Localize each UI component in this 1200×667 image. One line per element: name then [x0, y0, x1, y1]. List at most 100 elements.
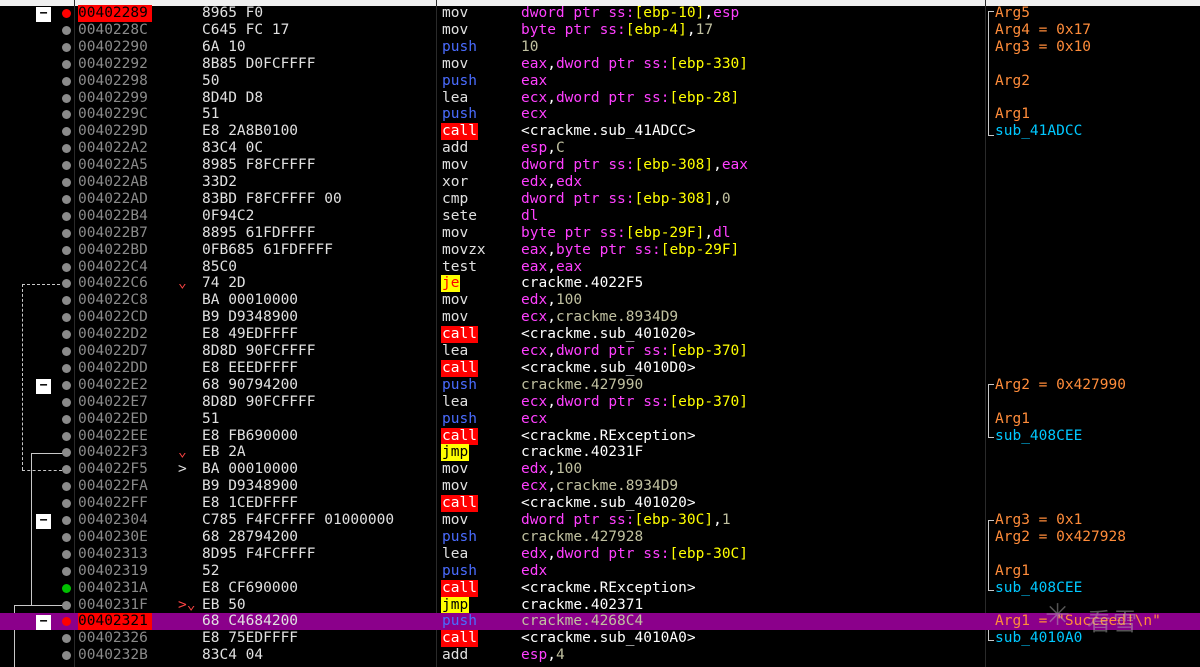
- breakpoint-dot-icon[interactable]: [62, 414, 71, 424]
- breakpoint-dot-icon[interactable]: [62, 465, 71, 475]
- breakpoint-dot-icon[interactable]: [62, 144, 71, 154]
- breakpoint-dot-icon[interactable]: [62, 448, 71, 458]
- operand-part: dword ptr: [555, 545, 644, 562]
- operand-part: ecx: [521, 410, 548, 427]
- table-row[interactable]: 004022AD 83BD F8FCFFFF 00 cmp dword ptr ss:…: [0, 191, 1200, 208]
- table-row[interactable]: 004022ED 51 push ecx Arg1: [0, 411, 1200, 428]
- table-row[interactable]: − 00402289 8965 F0 mov dword ptr ss:[ebp-10]…: [0, 5, 1200, 22]
- breakpoint-dot-icon[interactable]: [62, 397, 71, 407]
- table-row[interactable]: 004022C8 BA 00010000 mov edx,100: [0, 292, 1200, 309]
- operands: ecx,crackme.8934D9: [521, 478, 678, 495]
- breakpoint-dot-icon[interactable]: [62, 245, 71, 255]
- breakpoint-dot-icon[interactable]: [62, 9, 71, 18]
- table-row[interactable]: 00402319 52 push edx Arg1: [0, 563, 1200, 580]
- instruction-bytes: BA 00010000: [202, 292, 299, 309]
- breakpoint-dot-icon[interactable]: [62, 161, 71, 171]
- breakpoint-dot-icon[interactable]: [62, 532, 71, 542]
- table-row[interactable]: − 004022E2 68 90794200 push crackme.427990 Ar…: [0, 377, 1200, 394]
- breakpoint-dot-icon[interactable]: [62, 59, 71, 69]
- breakpoint-dot-icon[interactable]: [62, 279, 71, 289]
- table-row[interactable]: 00402313 8D95 F4FCFFFF lea edx,dword ptr ss…: [0, 546, 1200, 563]
- mnemonic: mov: [442, 224, 469, 241]
- breakpoint-dot-icon[interactable]: [62, 600, 71, 610]
- breakpoint-dot-icon[interactable]: [62, 617, 71, 627]
- breakpoint-dot-icon[interactable]: [62, 76, 71, 86]
- instruction-bytes: E8 2A8B0100: [202, 123, 299, 140]
- breakpoint-dot-icon[interactable]: [62, 549, 71, 559]
- mnemonic: push: [442, 528, 477, 545]
- table-row[interactable]: 004022F5 > BA 00010000 mov edx,100: [0, 461, 1200, 478]
- table-row[interactable]: 004022DD E8 EEEDFFFF call <crackme.sub_4010…: [0, 359, 1200, 377]
- mnemonic: mov: [442, 512, 469, 528]
- operand-part: <crackme.sub_4010D0>: [521, 359, 696, 376]
- breakpoint-dot-icon[interactable]: [62, 380, 71, 390]
- table-row[interactable]: 004022EE E8 FB690000 call <crackme.RExcepti…: [0, 427, 1200, 445]
- breakpoint-dot-icon[interactable]: [62, 127, 71, 137]
- operand-part: dword ptr: [555, 89, 644, 106]
- comment: Arg1: [995, 410, 1030, 427]
- table-row[interactable]: 004022AB 33D2 xor edx,edx: [0, 174, 1200, 191]
- operand-part: dword ptr: [521, 157, 609, 174]
- breakpoint-dot-icon[interactable]: [62, 363, 71, 373]
- table-row[interactable]: 00402292 8B85 D0FCFFFF mov eax,dword ptr ss…: [0, 56, 1200, 73]
- breakpoint-dot-icon[interactable]: [62, 499, 71, 509]
- instruction-address: 0040232B: [78, 647, 148, 664]
- table-row[interactable]: 004022D2 E8 49EDFFFF call <crackme.sub_4010…: [0, 326, 1200, 344]
- operand-part: dl: [521, 207, 539, 224]
- breakpoint-dot-icon[interactable]: [62, 93, 71, 103]
- breakpoint-dot-icon[interactable]: [62, 583, 71, 593]
- table-row[interactable]: 0040232B 83C4 04 add esp,4: [0, 647, 1200, 664]
- table-row[interactable]: 004022E7 8D8D 90FCFFFF lea ecx,dword ptr ss…: [0, 394, 1200, 411]
- table-row[interactable]: 00402326 E8 75EDFFFF call <crackme.sub_4010…: [0, 630, 1200, 648]
- table-row[interactable]: − 00402304 C785 F4FCFFFF 01000000 mov dword …: [0, 512, 1200, 529]
- table-row[interactable]: 00402299 8D4D D8 lea ecx,dword ptr ss:[ebp-…: [0, 90, 1200, 107]
- instruction-bytes: 50: [202, 72, 220, 89]
- table-row[interactable]: 004022A5 8985 F8FCFFFF mov dword ptr ss:[eb…: [0, 157, 1200, 174]
- operands: esp,C: [521, 140, 565, 157]
- breakpoint-dot-icon[interactable]: [62, 516, 71, 525]
- breakpoint-dot-icon[interactable]: [62, 42, 71, 52]
- table-row[interactable]: 0040230E 68 28794200 push crackme.427928 Arg…: [0, 529, 1200, 546]
- breakpoint-dot-icon[interactable]: [62, 313, 71, 323]
- table-row[interactable]: 004022BD 0FB685 61FDFFFF movzx eax,byte ptr…: [0, 242, 1200, 259]
- breakpoint-dot-icon[interactable]: [62, 634, 71, 644]
- breakpoint-dot-icon[interactable]: [62, 651, 71, 661]
- table-row[interactable]: 004022C6 ⌄ 74 2D je crackme.4022F5: [0, 275, 1200, 293]
- breakpoint-dot-icon[interactable]: [62, 25, 71, 35]
- table-row[interactable]: 004022A2 83C4 0C add esp,C: [0, 140, 1200, 157]
- table-row[interactable]: 00402298 50 push eax Arg2: [0, 73, 1200, 90]
- collapse-toggle-icon[interactable]: −: [36, 378, 51, 394]
- table-row[interactable]: 004022CD B9 D9348900 mov ecx,crackme.8934D9: [0, 309, 1200, 326]
- table-row[interactable]: 0040228C C645 FC 17 mov byte ptr ss:[ebp-4]…: [0, 22, 1200, 39]
- table-row[interactable]: 004022FA B9 D9348900 mov ecx,crackme.8934D9: [0, 478, 1200, 495]
- breakpoint-dot-icon[interactable]: [62, 178, 71, 187]
- table-row[interactable]: 00402290 6A 10 push 10 Arg3 = 0x10: [0, 39, 1200, 56]
- collapse-toggle-icon[interactable]: −: [36, 514, 51, 529]
- breakpoint-dot-icon[interactable]: [62, 228, 71, 238]
- breakpoint-dot-icon[interactable]: [62, 296, 71, 306]
- operands: edx,100: [521, 292, 582, 309]
- breakpoint-dot-icon[interactable]: [62, 110, 71, 120]
- table-row[interactable]: 004022B7 8895 61FDFFFF mov byte ptr ss:[ebp…: [0, 225, 1200, 242]
- breakpoint-dot-icon[interactable]: [62, 482, 71, 492]
- table-row[interactable]: 0040229D E8 2A8B0100 call <crackme.sub_41AD…: [0, 123, 1200, 141]
- collapse-toggle-icon[interactable]: −: [36, 615, 51, 631]
- breakpoint-dot-icon[interactable]: [62, 262, 71, 272]
- breakpoint-dot-icon[interactable]: [62, 194, 71, 204]
- breakpoint-dot-icon[interactable]: [62, 431, 71, 441]
- table-row[interactable]: 004022C4 85C0 test eax,eax: [0, 259, 1200, 276]
- breakpoint-dot-icon[interactable]: [62, 566, 71, 576]
- instruction-address: 004022C6: [78, 275, 148, 292]
- table-row[interactable]: 004022B4 0F94C2 sete dl: [0, 208, 1200, 225]
- table-row[interactable]: 0040231A E8 CF690000 call <crackme.RExcepti…: [0, 579, 1200, 597]
- table-row[interactable]: 0040229C 51 push ecx Arg1: [0, 106, 1200, 123]
- table-row[interactable]: 0040231F >⌄ EB 50 jmp crackme.402371: [0, 596, 1200, 614]
- breakpoint-dot-icon[interactable]: [62, 347, 71, 356]
- table-row[interactable]: 004022D7 8D8D 90FCFFFF lea ecx,dword ptr ss…: [0, 343, 1200, 360]
- breakpoint-dot-icon[interactable]: [62, 330, 71, 340]
- table-row[interactable]: −00402321 68 C4684200 push crackme.4268C4 Ar…: [0, 613, 1200, 631]
- collapse-toggle-icon[interactable]: −: [36, 7, 51, 22]
- table-row[interactable]: 004022F3 ⌄ EB 2A jmp crackme.40231F: [0, 444, 1200, 462]
- breakpoint-dot-icon[interactable]: [62, 211, 71, 221]
- table-row[interactable]: 004022FF E8 1CEDFFFF call <crackme.sub_4010…: [0, 495, 1200, 513]
